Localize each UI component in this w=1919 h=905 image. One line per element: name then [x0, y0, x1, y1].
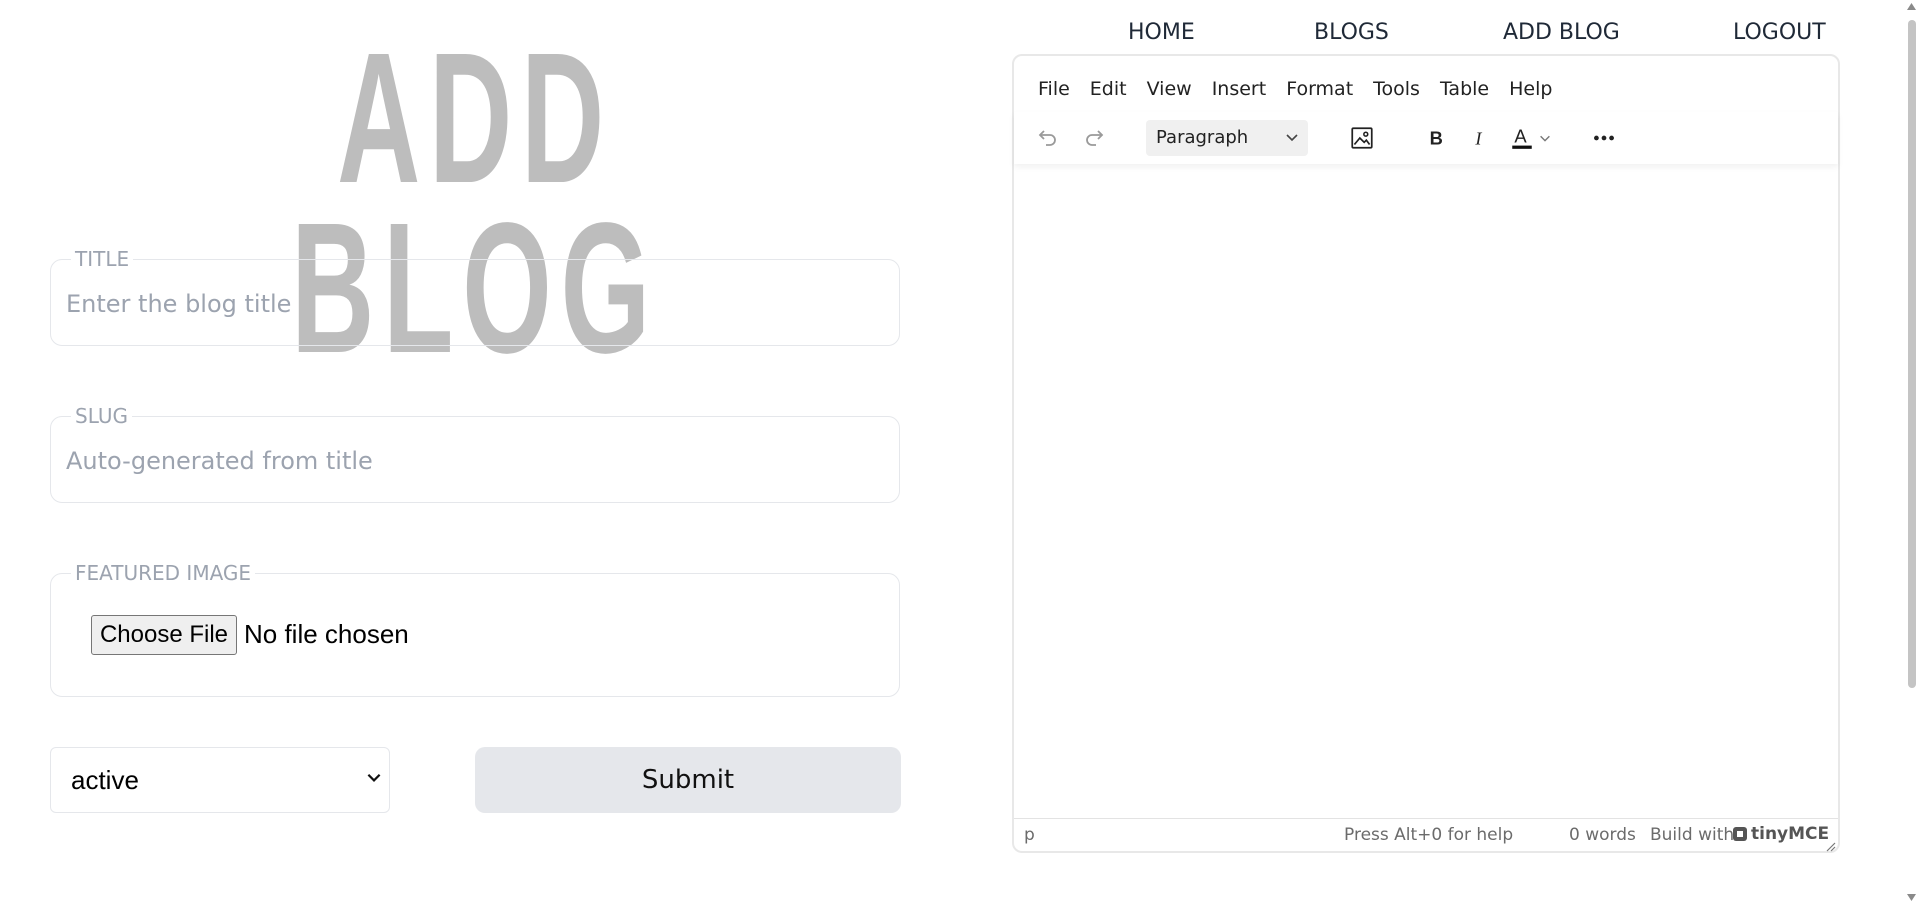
- undo-icon[interactable]: [1034, 124, 1062, 152]
- editor-menubar: File Edit View Insert Format Tools Table…: [1038, 74, 1572, 104]
- nav-logout[interactable]: LOGOUT: [1733, 20, 1826, 45]
- brand-name[interactable]: tinyMCE: [1751, 824, 1829, 844]
- title-label: TITLE: [71, 248, 134, 270]
- menu-edit[interactable]: Edit: [1090, 74, 1127, 104]
- word-count[interactable]: 0 words: [1569, 825, 1636, 845]
- menu-file[interactable]: File: [1038, 74, 1070, 104]
- title-fieldset: TITLE Enter the blog title: [50, 248, 900, 346]
- rich-text-editor: File Edit View Insert Format Tools Table…: [1012, 54, 1840, 853]
- more-icon[interactable]: [1590, 124, 1618, 152]
- menu-tools[interactable]: Tools: [1373, 74, 1420, 104]
- chevron-down-icon: [367, 773, 381, 782]
- menu-format[interactable]: Format: [1286, 74, 1353, 104]
- svg-text:A: A: [1514, 125, 1527, 146]
- nav-home[interactable]: HOME: [1128, 20, 1195, 45]
- resize-handle-icon[interactable]: [1824, 837, 1836, 852]
- scroll-down-icon[interactable]: [1906, 893, 1917, 902]
- editor-content-area[interactable]: [1014, 168, 1838, 818]
- slug-input[interactable]: Auto-generated from title: [66, 447, 373, 475]
- nav-blogs[interactable]: BLOGS: [1314, 20, 1389, 45]
- featured-image-label: FEATURED IMAGE: [71, 562, 256, 584]
- menu-view[interactable]: View: [1147, 74, 1192, 104]
- menu-table[interactable]: Table: [1440, 74, 1489, 104]
- tinymce-logo-icon[interactable]: [1732, 826, 1748, 842]
- redo-icon[interactable]: [1080, 124, 1108, 152]
- block-format-label: Paragraph: [1156, 127, 1249, 148]
- title-input[interactable]: Enter the blog title: [66, 290, 291, 318]
- italic-icon[interactable]: I: [1466, 124, 1494, 152]
- brand-prefix: Build with: [1650, 825, 1735, 845]
- submit-button[interactable]: Submit: [475, 747, 901, 813]
- help-hint: Press Alt+0 for help: [1344, 825, 1514, 845]
- block-format-dropdown[interactable]: Paragraph: [1146, 120, 1308, 156]
- text-color-chevron-icon[interactable]: [1536, 124, 1554, 152]
- svg-text:I: I: [1474, 128, 1482, 148]
- featured-image-fieldset: FEATURED IMAGE Choose File No file chose…: [50, 562, 900, 697]
- scroll-up-icon[interactable]: [1906, 2, 1917, 11]
- element-path[interactable]: p: [1024, 825, 1035, 845]
- scrollbar-thumb[interactable]: [1908, 20, 1916, 688]
- status-select-value: active: [71, 765, 139, 795]
- status-select[interactable]: active: [50, 747, 390, 813]
- page-scrollbar[interactable]: [1904, 0, 1919, 905]
- svg-text:B: B: [1430, 127, 1443, 148]
- chevron-down-icon: [1286, 134, 1298, 142]
- file-status-text: No file chosen: [244, 619, 409, 649]
- bold-icon[interactable]: B: [1422, 124, 1450, 152]
- menu-help[interactable]: Help: [1509, 74, 1552, 104]
- text-color-icon[interactable]: A: [1508, 124, 1536, 152]
- slug-label: SLUG: [71, 405, 132, 427]
- editor-toolbar: Paragraph B I A: [1014, 112, 1838, 164]
- choose-file-button[interactable]: Choose File: [91, 615, 237, 655]
- editor-statusbar: p Press Alt+0 for help 0 words Build wit…: [1014, 818, 1838, 852]
- image-icon[interactable]: [1348, 124, 1376, 152]
- menu-insert[interactable]: Insert: [1212, 74, 1267, 104]
- slug-fieldset: SLUG Auto-generated from title: [50, 405, 900, 503]
- nav-add-blog[interactable]: ADD BLOG: [1503, 20, 1620, 45]
